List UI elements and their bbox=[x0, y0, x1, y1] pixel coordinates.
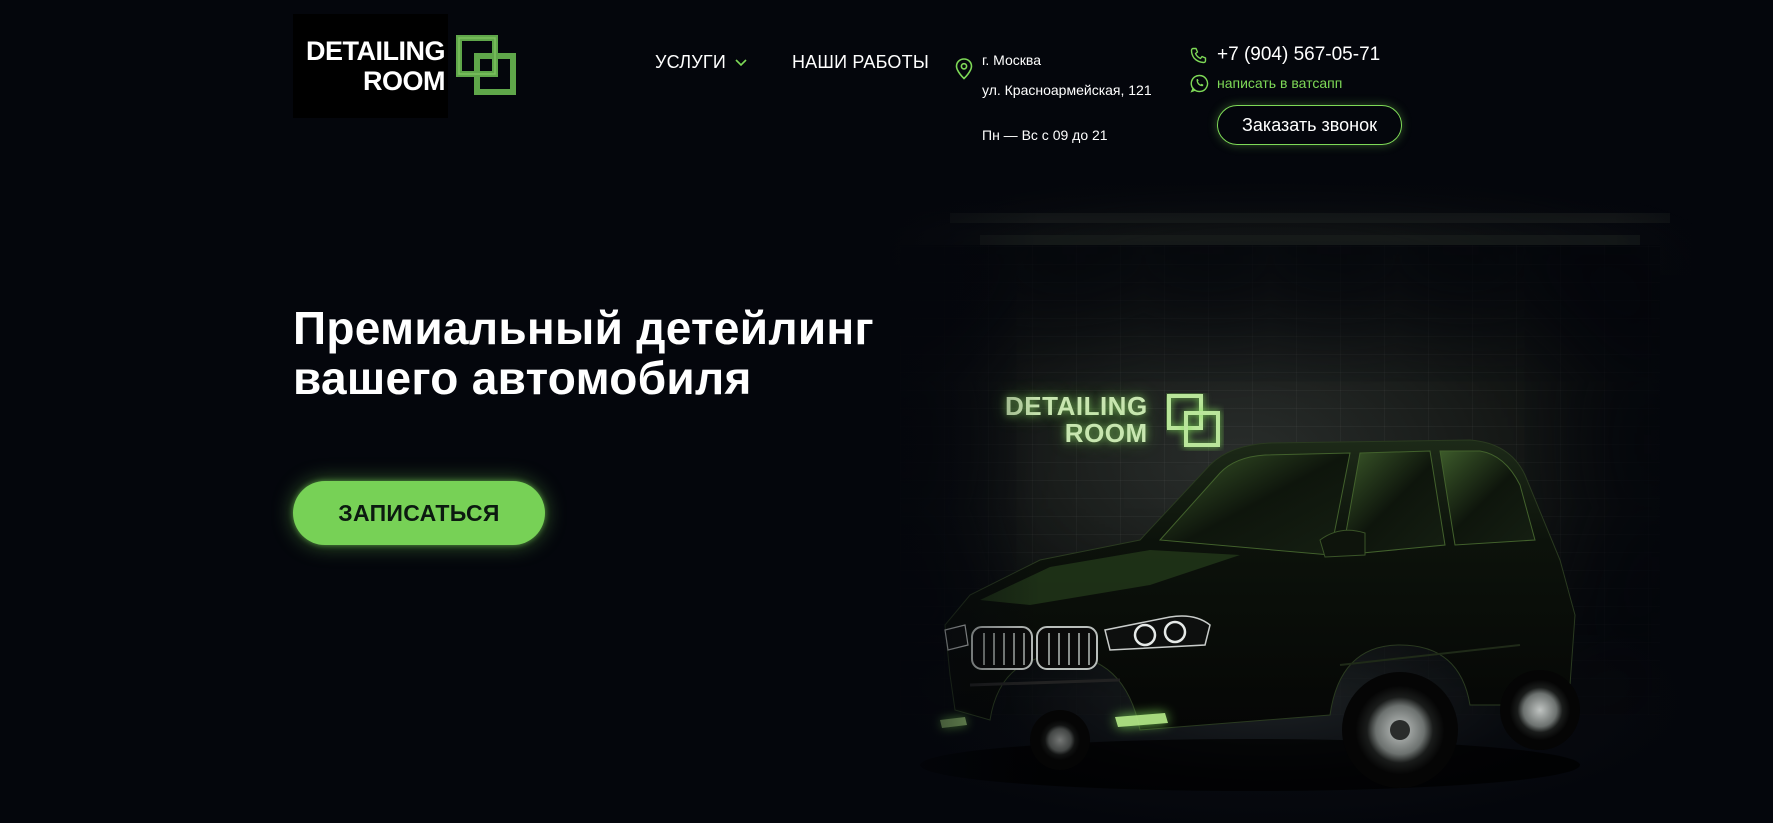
nav-item-label: УСЛУГИ bbox=[655, 52, 726, 72]
landing-page: DETAILING ROOM DETAILING ROOM УСЛУГИ НАШ… bbox=[0, 0, 1773, 823]
nav-item-label: НАШИ РАБОТЫ bbox=[791, 52, 929, 72]
hero-title-line2: вашего автомобиля bbox=[293, 352, 752, 404]
nav-item-our-works[interactable]: НАШИ РАБОТЫ bbox=[792, 52, 929, 73]
request-call-button[interactable]: Заказать звонок bbox=[1217, 105, 1402, 145]
hero-title: Премиальный детейлинг вашего автомобиля bbox=[293, 303, 933, 403]
logo-wordmark: DETAILING ROOM bbox=[297, 36, 446, 96]
chevron-down-icon bbox=[735, 58, 747, 66]
logo-squares-icon bbox=[456, 35, 516, 95]
logo-line1: DETAILING bbox=[306, 36, 446, 66]
hero-car-image: DETAILING ROOM bbox=[780, 165, 1773, 823]
logo-line2: ROOM bbox=[363, 66, 446, 96]
ceiling-beam bbox=[980, 235, 1640, 245]
hero-title-line1: Премиальный детейлинг bbox=[293, 302, 874, 354]
address-street: ул. Красноармейская, 121 bbox=[982, 82, 1152, 98]
nav-item-services[interactable]: УСЛУГИ bbox=[655, 52, 748, 73]
image-fade-right bbox=[1613, 165, 1773, 823]
main-nav: УСЛУГИ НАШИ РАБОТЫ bbox=[655, 52, 929, 73]
map-pin-icon bbox=[955, 58, 973, 80]
image-fade-left bbox=[780, 165, 1040, 823]
whatsapp-icon bbox=[1190, 74, 1209, 93]
book-button[interactable]: ЗАПИСАТЬСЯ bbox=[293, 481, 545, 545]
phone-link[interactable]: +7 (904) 567-05-71 bbox=[1217, 44, 1380, 66]
address-city: г. Москва bbox=[982, 52, 1041, 68]
working-hours: Пн — Вс с 09 до 21 bbox=[982, 127, 1108, 143]
whatsapp-link[interactable]: написать в ватсапп bbox=[1217, 75, 1342, 91]
phone-icon bbox=[1190, 47, 1207, 64]
image-fade-top bbox=[780, 165, 1773, 235]
